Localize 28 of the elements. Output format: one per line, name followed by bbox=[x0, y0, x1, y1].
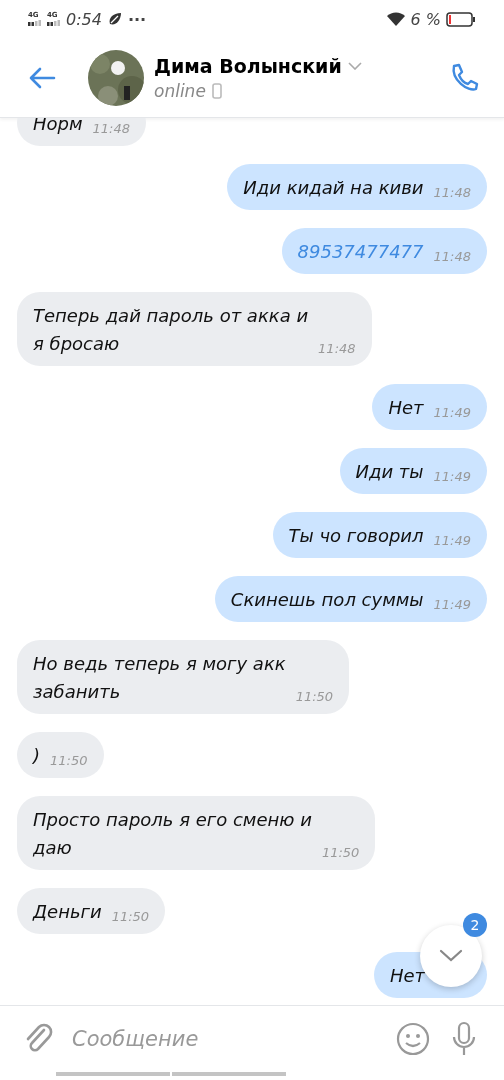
phone-device-icon bbox=[211, 82, 222, 99]
back-arrow-icon bbox=[28, 65, 56, 90]
outgoing-message: Иди кидай на киви 11:48 bbox=[227, 164, 487, 210]
contact-name: Дима Волынский bbox=[154, 54, 342, 77]
chevron-down-icon bbox=[347, 61, 362, 70]
microphone-icon bbox=[450, 1021, 478, 1057]
outgoing-message: 89537477477 11:48 bbox=[281, 228, 487, 274]
outgoing-message: Нет 11:49 bbox=[372, 384, 487, 430]
wifi-icon bbox=[385, 11, 406, 27]
incoming-message: ) 11:50 bbox=[17, 732, 104, 778]
phone-link[interactable]: 89537477477 bbox=[297, 238, 424, 266]
incoming-message: Просто пароль я его сменю и даю 11:50 bbox=[17, 796, 376, 870]
incoming-message: Деньги 11:50 bbox=[17, 888, 166, 934]
outgoing-message: Иди ты 11:49 bbox=[339, 448, 487, 494]
outgoing-message: Ты чо говорил 11:49 bbox=[272, 512, 487, 558]
incoming-message: Но ведь теперь я могу акк забанить 11:50 bbox=[17, 640, 350, 714]
battery-percent: 6 % bbox=[410, 9, 441, 29]
more-indicator: ··· bbox=[127, 9, 147, 29]
online-status: online bbox=[154, 80, 206, 101]
incoming-message: Теперь дай пароль от акка и я бросаю 11:48 bbox=[17, 292, 372, 366]
signal-icon bbox=[47, 20, 61, 26]
signal-icon bbox=[28, 20, 42, 26]
outgoing-message: Скинешь пол суммы 11:49 bbox=[214, 576, 487, 622]
chevron-down-icon bbox=[439, 949, 463, 963]
battery-icon bbox=[446, 11, 476, 27]
unread-badge: 2 bbox=[463, 913, 487, 937]
smiley-icon bbox=[396, 1022, 430, 1056]
clock-time: 0:54 bbox=[66, 9, 102, 29]
